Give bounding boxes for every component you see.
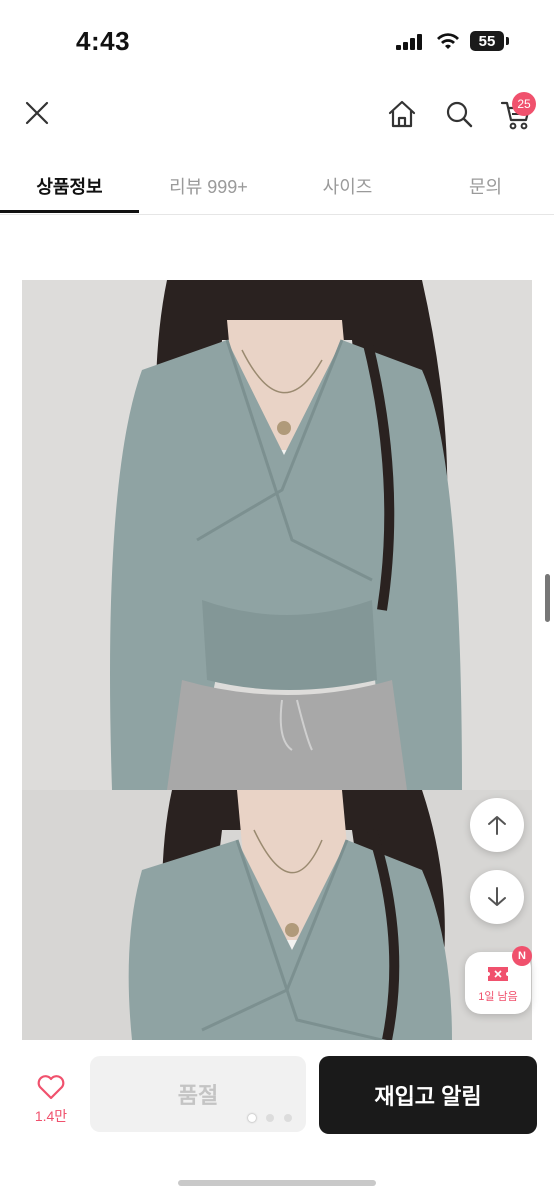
close-icon — [25, 101, 49, 125]
pagination-dot — [284, 1114, 292, 1122]
top-nav — [0, 90, 554, 140]
signal-icon — [396, 34, 422, 50]
tab-size[interactable]: 사이즈 — [278, 160, 417, 212]
like-count: 1.4만 — [34, 1108, 68, 1124]
tab-reviews[interactable]: 리뷰 999+ — [139, 160, 278, 212]
tab-product-info[interactable]: 상품정보 — [0, 160, 139, 212]
battery-icon: 55 — [470, 31, 504, 51]
image-pagination — [248, 1114, 292, 1126]
arrow-up-icon — [488, 816, 506, 835]
home-indicator — [178, 1180, 376, 1186]
wifi-icon — [437, 33, 459, 49]
product-tabs: 상품정보 리뷰 999+ 사이즈 문의 — [0, 160, 554, 215]
scroll-bottom-button[interactable] — [470, 870, 524, 924]
bottom-action-bar: 1.4만 품절 재입고 알림 — [0, 1040, 554, 1200]
coupon-label: 1일 남음 — [478, 991, 518, 1003]
home-button[interactable] — [384, 96, 420, 132]
cart-count-badge: 25 — [512, 92, 536, 116]
battery-tip — [506, 37, 509, 45]
like-button[interactable]: 1.4만 — [22, 1070, 80, 1130]
tab-inquiry[interactable]: 문의 — [417, 160, 554, 212]
product-photo — [22, 280, 532, 790]
scroll-top-button[interactable] — [470, 798, 524, 852]
new-badge: N — [512, 946, 532, 966]
arrow-down-icon — [488, 887, 506, 906]
product-image-2 — [22, 790, 532, 1040]
product-image-1 — [22, 280, 532, 790]
scrollbar[interactable] — [545, 574, 550, 622]
product-photo — [22, 790, 532, 1040]
heart-icon — [37, 1075, 65, 1100]
restock-alert-button[interactable]: 재입고 알림 — [319, 1056, 537, 1134]
home-icon — [388, 100, 416, 128]
status-bar: 4:43 55 — [0, 0, 554, 80]
pagination-dot — [266, 1114, 274, 1122]
status-time: 4:43 — [76, 26, 131, 56]
ticket-icon — [488, 967, 508, 981]
search-icon — [446, 101, 473, 128]
search-button[interactable] — [441, 96, 477, 132]
close-button[interactable] — [20, 96, 54, 130]
pagination-dot — [248, 1114, 256, 1122]
active-tab-indicator — [0, 210, 139, 213]
